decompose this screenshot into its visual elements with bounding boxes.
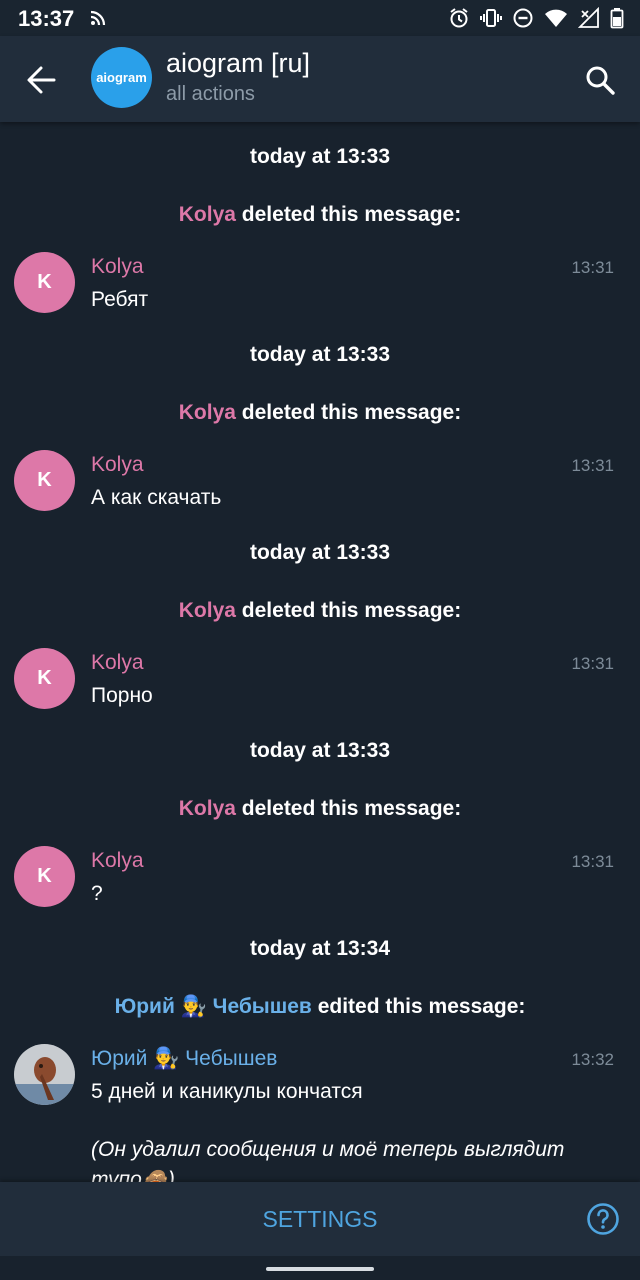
actor-name[interactable]: Юрий 👨‍🔧 Чебышев: [115, 995, 312, 1018]
status-bar: 13:37: [0, 0, 640, 36]
battery-icon: [610, 7, 624, 29]
message-author[interactable]: Kolya: [91, 255, 144, 279]
search-button[interactable]: [580, 60, 620, 100]
action-text: deleted this message:: [241, 203, 462, 226]
message-time: 13:31: [571, 258, 614, 277]
settings-button[interactable]: SETTINGS: [0, 1182, 640, 1256]
chat-title[interactable]: aiogram [ru]: [166, 48, 310, 79]
wifi-icon: [544, 7, 568, 29]
rss-icon: [90, 10, 106, 31]
avatar[interactable]: K: [14, 252, 75, 313]
back-button[interactable]: [22, 60, 62, 100]
dnd-icon: [512, 7, 534, 29]
action-text: edited this message:: [317, 995, 526, 1018]
status-time: 13:37: [18, 6, 75, 31]
action-line: Kolya deleted this message:: [0, 203, 640, 227]
user-photo-icon: [14, 1044, 75, 1105]
arrow-left-icon: [27, 66, 56, 94]
message-author[interactable]: Kolya: [91, 651, 144, 675]
message-author[interactable]: Юрий 👨‍🔧 Чебышев: [91, 1047, 277, 1071]
message-text: А как скачать: [91, 486, 222, 509]
message-author[interactable]: Kolya: [91, 849, 144, 873]
event-log[interactable]: today at 13:33 Kolya deleted this messag…: [0, 122, 640, 1182]
message-time: 13:31: [571, 654, 614, 673]
alarm-icon: [448, 7, 470, 29]
actor-name[interactable]: Kolya: [179, 599, 236, 622]
date-separator: today at 13:33: [249, 739, 391, 762]
home-indicator[interactable]: [266, 1267, 374, 1271]
action-text: deleted this message:: [241, 401, 462, 424]
search-icon: [586, 66, 615, 95]
message-text: 5 дней и каникулы кончатся: [91, 1080, 363, 1103]
help-icon: [587, 1203, 619, 1235]
message-text: Ребят: [91, 288, 149, 311]
message-time: 13:32: [571, 1050, 614, 1069]
action-text: deleted this message:: [241, 599, 462, 622]
avatar[interactable]: K: [14, 846, 75, 907]
action-line: Kolya deleted this message:: [0, 401, 640, 425]
help-button[interactable]: [586, 1202, 620, 1236]
actor-name[interactable]: Kolya: [179, 797, 236, 820]
chat-subtitle: all actions: [166, 83, 255, 105]
message-time: 13:31: [571, 852, 614, 871]
message-text: ?: [91, 882, 103, 905]
action-line: Kolya deleted this message:: [0, 599, 640, 623]
avatar[interactable]: K: [14, 450, 75, 511]
vibrate-icon: [480, 7, 502, 29]
message-text-note: (Он удалил сообщения и моё теперь выгляд…: [91, 1138, 565, 1182]
message-text: Порно: [91, 684, 153, 707]
message-author[interactable]: Kolya: [91, 453, 144, 477]
date-separator: today at 13:33: [249, 145, 391, 168]
action-line: Юрий 👨‍🔧 Чебышев edited this message:: [0, 995, 640, 1019]
bottom-bar: SETTINGS: [0, 1182, 640, 1256]
actor-name[interactable]: Kolya: [179, 203, 236, 226]
avatar[interactable]: [14, 1044, 75, 1105]
actor-name[interactable]: Kolya: [179, 401, 236, 424]
date-separator: today at 13:33: [249, 343, 391, 366]
date-separator: today at 13:33: [249, 541, 391, 564]
action-text: deleted this message:: [241, 797, 462, 820]
avatar[interactable]: K: [14, 648, 75, 709]
date-separator: today at 13:34: [249, 937, 391, 960]
signal-icon: [578, 7, 600, 29]
action-line: Kolya deleted this message:: [0, 797, 640, 821]
message-time: 13:31: [571, 456, 614, 475]
app-bar: aiogram aiogram [ru] all actions: [0, 36, 640, 122]
chat-avatar[interactable]: aiogram: [91, 47, 152, 108]
